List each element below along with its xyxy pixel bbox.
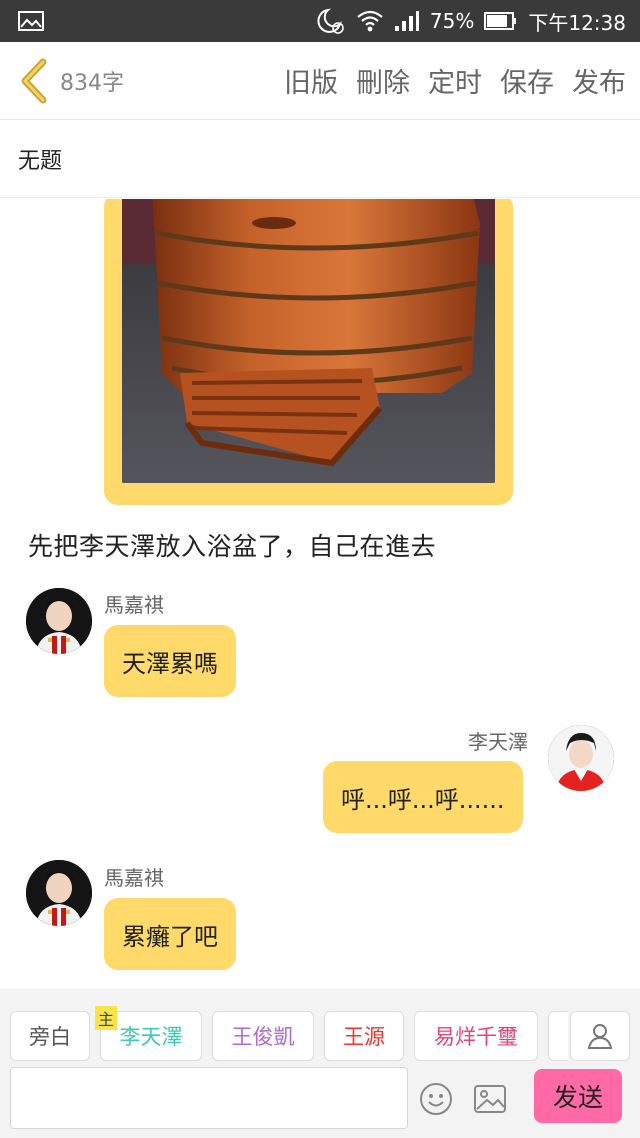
- role-wang-yuan[interactable]: 王源: [324, 1011, 404, 1061]
- back-button[interactable]: [14, 56, 54, 106]
- image-icon: [474, 1085, 506, 1113]
- role-narrator[interactable]: 旁白: [10, 1011, 90, 1061]
- message-bubble[interactable]: 天澤累嗎: [104, 625, 236, 697]
- clock: 下午12:38: [528, 10, 626, 35]
- host-badge: 主: [95, 1006, 117, 1030]
- speaker-name: 馬嘉祺: [104, 593, 164, 617]
- role-bar: 旁白 李天澤 主 王俊凱 王源 易烊千璽: [0, 989, 640, 1061]
- story-title[interactable]: 无题: [0, 120, 640, 198]
- emoji-button[interactable]: [418, 1081, 454, 1117]
- role-wang-junkai[interactable]: 王俊凱: [212, 1011, 314, 1061]
- person-icon: [587, 1024, 613, 1049]
- input-bar: 发送: [0, 1061, 640, 1138]
- publish-button[interactable]: 发布: [572, 61, 626, 100]
- bathtub-image: [122, 199, 495, 483]
- message-bubble[interactable]: 呼...呼...呼......: [323, 761, 523, 833]
- message-bubble[interactable]: 累癱了吧: [104, 898, 236, 970]
- smiley-icon: [420, 1083, 452, 1115]
- avatar-ma-jiaqi[interactable]: [26, 588, 92, 654]
- wifi-icon: [356, 9, 384, 33]
- avatar-ma-jiaqi[interactable]: [26, 860, 92, 926]
- battery-percent: 75%: [429, 9, 475, 33]
- character-manage-button[interactable]: [570, 1011, 630, 1061]
- story-content: 先把李天澤放入浴盆了，自己在進去 馬嘉祺 天澤累嗎 李天澤 呼...呼...呼.…: [0, 199, 640, 989]
- gallery-notification-icon: [18, 11, 44, 31]
- do-not-disturb-icon: [316, 7, 346, 35]
- schedule-button[interactable]: 定时: [428, 61, 482, 100]
- delete-button[interactable]: 刪除: [356, 61, 410, 100]
- image-card[interactable]: [104, 199, 513, 505]
- status-bar: 75% 下午12:38: [0, 0, 640, 42]
- image-upload-button[interactable]: [472, 1081, 508, 1117]
- old-version-button[interactable]: 旧版: [284, 61, 338, 100]
- battery-icon: [484, 11, 518, 31]
- avatar-li-tianze[interactable]: [548, 725, 614, 791]
- speaker-name: 馬嘉祺: [104, 866, 164, 890]
- speaker-name: 李天澤: [468, 730, 528, 754]
- word-count: 834字: [60, 70, 124, 96]
- save-button[interactable]: 保存: [500, 61, 554, 100]
- narration-text: 先把李天澤放入浴盆了，自己在進去: [28, 532, 437, 561]
- role-partial[interactable]: [548, 1011, 568, 1061]
- chevron-left-icon: [21, 58, 47, 103]
- send-button[interactable]: 发送: [534, 1069, 622, 1123]
- role-yi-yangqianxi[interactable]: 易烊千璽: [414, 1011, 538, 1061]
- signal-icon: [394, 10, 420, 32]
- editor-header: 834字 旧版 刪除 定时 保存 发布: [0, 42, 640, 120]
- message-input[interactable]: [10, 1067, 408, 1129]
